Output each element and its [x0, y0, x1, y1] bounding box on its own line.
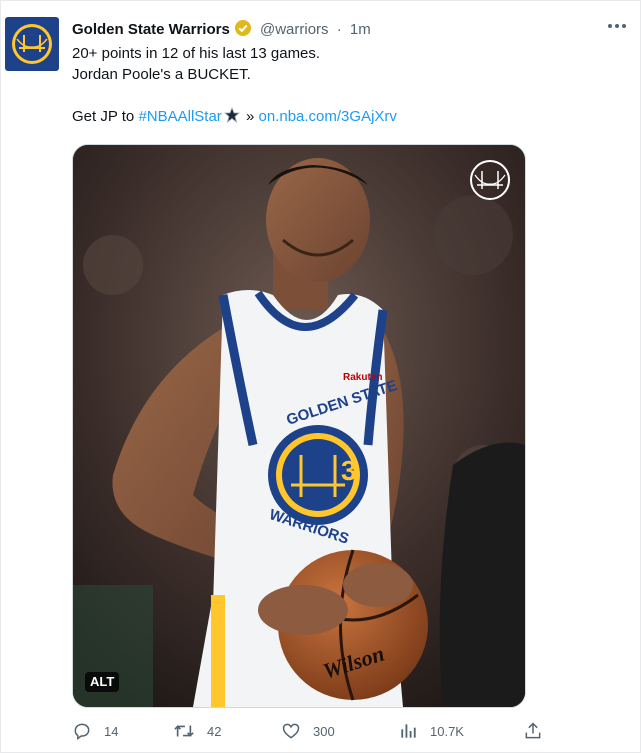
views-button[interactable]: 10.7K	[398, 720, 464, 742]
jersey-number: 3	[341, 455, 357, 486]
views-count: 10.7K	[430, 723, 464, 739]
avatar[interactable]	[5, 17, 59, 71]
player-photo: GOLDEN STATE 3 WARRIORS Rakuten Wilson	[73, 145, 525, 707]
tweet-photo[interactable]: GOLDEN STATE 3 WARRIORS Rakuten Wilson A…	[72, 144, 526, 708]
retweet-icon	[174, 725, 194, 737]
warriors-logo-icon	[12, 24, 52, 64]
arrow-separator: »	[245, 108, 255, 125]
more-horizontal-icon[interactable]	[605, 16, 629, 36]
hashtag-link[interactable]: #NBAAllStar	[138, 108, 221, 125]
cta-prefix: Get JP to	[72, 108, 139, 125]
like-count: 300	[313, 723, 335, 739]
tweet-timestamp[interactable]: 1m	[350, 21, 371, 38]
tweet-actions: 14 42 300 10.7K	[72, 720, 552, 742]
reply-icon	[74, 723, 90, 740]
share-button[interactable]	[523, 720, 555, 742]
time-separator: ·	[336, 21, 342, 38]
tweet-header: Golden State Warriors @warriors · 1m	[72, 19, 371, 41]
nba-allstar-hashflag-icon	[223, 106, 240, 129]
reply-count: 14	[104, 723, 119, 739]
retweet-button[interactable]: 42	[173, 720, 221, 742]
tweet-text-line: 20+ points in 12 of his last 13 games.	[72, 45, 321, 62]
tweet-text-line: Jordan Poole's a BUCKET.	[72, 66, 251, 83]
heart-icon	[282, 723, 300, 739]
retweet-count: 42	[207, 723, 222, 739]
external-url-link[interactable]: on.nba.com/3GAjXrv	[259, 108, 397, 125]
jersey-sponsor: Rakuten	[343, 372, 382, 383]
share-icon	[525, 722, 541, 739]
like-button[interactable]: 300	[281, 720, 335, 742]
tweet-cta-line: Get JP to #NBAAllStar » on.nba.com/3GAjX…	[72, 106, 612, 127]
author-display-name[interactable]: Golden State Warriors	[72, 21, 230, 38]
tweet-text: 20+ points in 12 of his last 13 games. J…	[72, 43, 612, 127]
views-icon	[401, 724, 416, 738]
verified-badge-icon	[234, 19, 252, 41]
reply-button[interactable]: 14	[72, 720, 118, 742]
tweet-text-spacer	[72, 85, 612, 106]
alt-text-badge[interactable]: ALT	[85, 672, 120, 692]
warriors-watermark-icon	[469, 159, 511, 201]
author-handle[interactable]: @warriors	[260, 21, 329, 38]
